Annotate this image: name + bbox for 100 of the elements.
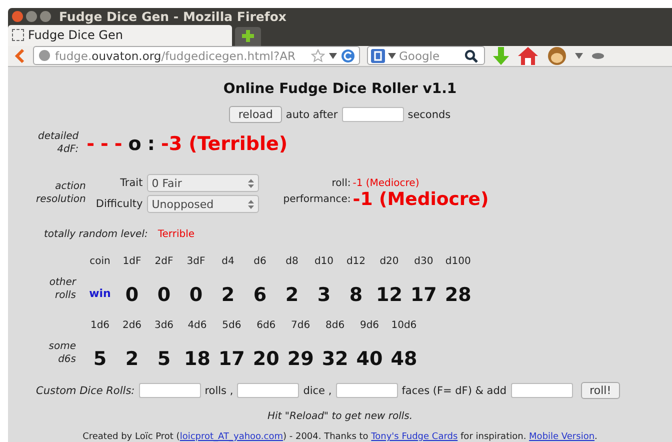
die-type: 2d6 [122,320,142,331]
roll-result: 0 [189,284,203,306]
roll-result: 17 [218,348,245,370]
back-icon[interactable] [14,48,26,64]
roll-result: 0 [157,284,171,306]
footer-link[interactable]: Mobile Version [529,432,595,442]
minimize-icon[interactable] [26,10,37,22]
die-result: - [100,132,108,154]
die-type: d10 [314,256,334,267]
other-rolls-label: other rolls [48,277,76,302]
page-icon [12,29,24,42]
hint-text: Hit "Reload" to get new rolls. [266,411,414,422]
die-type: d100 [445,256,471,267]
die-type: 7d6 [291,320,310,331]
roll-result: 28 [444,284,472,306]
rolls-field[interactable] [138,383,201,398]
die-result: - [86,132,94,154]
search-icon[interactable] [464,48,478,63]
die-type: 1dF [122,256,142,267]
reload-button[interactable]: reload [229,106,282,123]
die-type: d8 [286,256,298,267]
roll-result: 8 [349,284,363,306]
refresh-icon[interactable] [341,48,355,63]
custom-rolls-label: Custom Dice Rolls: [36,384,135,396]
trait-select[interactable]: 0 Fair [146,174,259,192]
roll-result: 5 [93,348,107,370]
detailed-label: detailed 4dF: [38,131,79,156]
dice-label: dice , [303,384,332,396]
die-type: coin [90,256,110,267]
die-result: - [114,132,122,154]
die-type: 1d6 [90,320,110,331]
roll-result: 32 [322,348,348,370]
roll-result: 0 [125,284,139,306]
search-bar[interactable]: Google [367,46,485,66]
spinner-icon [248,178,254,188]
faces-field[interactable] [336,383,398,398]
die-type: d30 [414,256,434,267]
die-type: 5d6 [222,320,242,331]
dropdown-icon[interactable] [575,52,583,59]
seconds-field[interactable] [342,107,404,122]
random-level-label: totally random level: [44,229,148,240]
rolls-label: rolls , [204,384,234,396]
die-type: 9d6 [360,320,380,331]
faces-label: faces (F= dF) & add [402,384,507,396]
die-type: 3dF [186,256,206,267]
search-input[interactable]: Google [399,48,461,63]
roll-label: roll: [330,178,351,188]
difficulty-select[interactable]: Unopposed [146,195,259,213]
footer-link[interactable]: loicprot_AT_yahoo.com [180,432,283,442]
performance-label: performance: [282,194,351,204]
die-type: 3d6 [154,320,174,331]
roll-result: 20 [252,348,280,370]
roll-result: 48 [390,348,418,370]
action-label: action resolution [36,181,86,206]
seconds-label: seconds [408,108,451,120]
auto-after-label: auto after [286,108,338,120]
roll-result: win [89,287,111,300]
plus-icon [241,29,255,44]
die-type: 2dF [154,256,174,267]
add-field[interactable] [510,383,573,398]
roll-result: 29 [287,348,314,370]
home-icon[interactable] [517,46,539,66]
browser-tab[interactable]: Fudge Dice Gen [8,24,232,46]
die-type: d4 [222,256,234,267]
roll-result: 18 [184,348,210,370]
maximize-icon[interactable] [40,10,51,22]
die-type: 8d6 [326,320,345,331]
new-tab-button[interactable] [235,26,261,46]
dropdown-icon[interactable] [329,52,337,59]
die-type: d12 [346,256,366,267]
total-result: -3 (Terrible) [160,132,288,154]
footer-link[interactable]: Tony's Fudge Cards [371,432,458,442]
spinner-icon [248,200,254,208]
monkey-icon[interactable] [546,46,568,66]
difficulty-label: Difficulty [96,198,143,210]
trait-label: Trait [119,177,143,189]
roll-result: 2 [125,348,139,370]
download-icon[interactable] [492,46,510,66]
roll-result: 6 [253,284,267,306]
roll-button[interactable]: roll! [580,382,620,399]
search-engine-icon[interactable] [371,48,385,63]
roll-result: 40 [356,348,383,370]
die-type: d6 [254,256,266,267]
random-level-value: Terrible [158,229,195,240]
star-icon[interactable] [311,48,325,63]
roll-result: 17 [410,284,437,306]
die-result: o [128,132,142,154]
roll-result: 2 [285,284,299,306]
footer-text: Created by Loïc Prot (loicprot_AT_yahoo.com) - 2004. Thanks to Tony's Fudge Cards for inspiration. Mobile Version. [82,432,598,442]
roll-result: 2 [221,284,235,306]
roll-result: 5 [157,348,171,370]
window-title: Fudge Dice Gen - Mozilla Firefox [59,8,286,24]
roll-result: 3 [317,284,331,306]
separator: : [147,132,155,154]
die-type: 4d6 [188,320,207,331]
close-icon[interactable] [12,10,23,22]
dropdown-icon[interactable] [388,52,396,59]
die-type: d20 [380,256,399,267]
address-bar[interactable]: fudge.ouvaton.org/fudgedicegen.html?AR [33,46,360,66]
dice-field[interactable] [237,383,300,398]
